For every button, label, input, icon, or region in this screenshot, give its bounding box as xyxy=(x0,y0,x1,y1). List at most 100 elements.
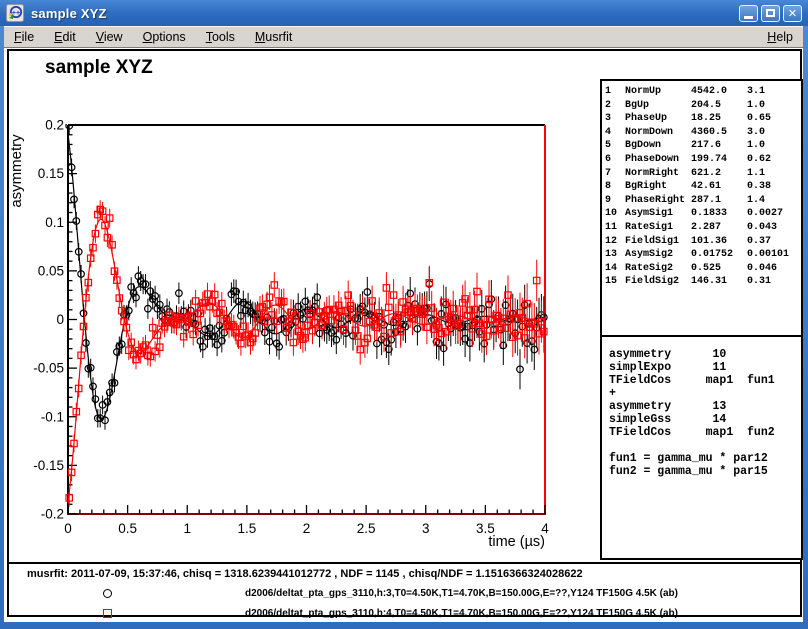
x-axis-title: time (µs) xyxy=(488,534,545,550)
x-tick-label: 3.5 xyxy=(476,521,495,536)
fit-info-line: musrfit: 2011-07-09, 15:37:46, chisq = 1… xyxy=(27,568,583,581)
square-marker xyxy=(123,324,129,330)
menu-tools[interactable]: Tools xyxy=(196,28,245,46)
param-cell: 0.046 xyxy=(747,262,801,276)
param-cell: BgRight xyxy=(625,180,691,194)
plot-area[interactable]: sample XYZasymmetrytime (µs)00.511.522.5… xyxy=(7,49,600,564)
circle-marker xyxy=(71,196,78,203)
param-cell: NormDown xyxy=(625,126,691,140)
menu-options[interactable]: Options xyxy=(133,28,196,46)
param-cell: 13 xyxy=(605,248,625,262)
circle-marker xyxy=(83,340,90,347)
param-row: 4NormDown4360.53.0 xyxy=(605,126,801,140)
square-marker xyxy=(76,385,82,391)
param-row: 5BgDown217.61.0 xyxy=(605,139,801,153)
param-cell: 621.2 xyxy=(691,167,747,181)
square-marker xyxy=(502,325,508,331)
circle-marker xyxy=(102,417,109,424)
param-cell: 0.38 xyxy=(747,180,801,194)
param-cell: 3 xyxy=(605,112,625,126)
svg-text:++: ++ xyxy=(12,10,20,17)
param-cell: 0.00101 xyxy=(747,248,801,262)
square-marker xyxy=(109,242,115,248)
circle-marker xyxy=(364,289,371,296)
theory-text: asymmetry 10 simplExpo 11 TFieldCos map1… xyxy=(602,337,801,478)
square-marker xyxy=(104,235,110,241)
circle-marker xyxy=(73,218,80,225)
circle-marker xyxy=(276,343,283,350)
window-controls: ✕ xyxy=(739,5,808,22)
square-marker xyxy=(188,313,194,319)
menu-musrfit[interactable]: Musrfit xyxy=(245,28,303,46)
title-bar[interactable]: ++ sample XYZ ✕ xyxy=(0,0,808,26)
square-marker xyxy=(90,245,96,251)
square-marker xyxy=(190,331,196,337)
square-marker xyxy=(212,291,218,297)
square-marker xyxy=(92,231,98,237)
param-cell: 3.1 xyxy=(747,85,801,99)
data-series-2 xyxy=(66,200,547,506)
menu-edit[interactable]: Edit xyxy=(44,28,86,46)
param-cell: 4360.5 xyxy=(691,126,747,140)
circle-marker xyxy=(133,294,140,301)
square-marker xyxy=(359,307,365,313)
legend-label-2: d2006/deltat_pta_gps_3110,h:4,T0=4.50K,T… xyxy=(245,608,678,620)
param-cell: 15 xyxy=(605,275,625,289)
circle-marker xyxy=(92,396,99,403)
circle-marker xyxy=(87,365,94,372)
legend-circle-marker xyxy=(103,589,112,598)
square-marker xyxy=(271,282,277,288)
circle-marker xyxy=(152,293,159,300)
square-marker xyxy=(71,440,77,446)
param-cell: 0.01752 xyxy=(691,248,747,262)
circle-marker xyxy=(118,341,125,348)
param-cell: 0.043 xyxy=(747,221,801,235)
menu-bar: FileEditViewOptionsToolsMusrfit Help xyxy=(4,26,803,48)
menu-view[interactable]: View xyxy=(86,28,133,46)
maximize-button[interactable] xyxy=(761,5,780,22)
param-cell: 0.37 xyxy=(747,235,801,249)
param-cell: 9 xyxy=(605,194,625,208)
param-cell: 2.287 xyxy=(691,221,747,235)
param-cell: 0.1833 xyxy=(691,207,747,221)
param-row: 10AsymSig10.18330.0027 xyxy=(605,207,801,221)
square-marker xyxy=(424,324,430,330)
square-marker xyxy=(307,310,313,316)
square-marker xyxy=(68,469,74,475)
square-marker xyxy=(83,295,89,301)
legend-square-marker xyxy=(103,609,112,618)
param-cell: 0.525 xyxy=(691,262,747,276)
square-marker xyxy=(66,495,72,501)
param-cell: PhaseDown xyxy=(625,153,691,167)
square-marker xyxy=(114,277,120,283)
circle-marker xyxy=(111,380,118,387)
menu-file[interactable]: File xyxy=(4,28,44,46)
param-cell: 6 xyxy=(605,153,625,167)
square-marker xyxy=(534,277,540,283)
close-button[interactable]: ✕ xyxy=(783,5,802,22)
param-cell: RateSig2 xyxy=(625,262,691,276)
square-marker xyxy=(383,285,389,291)
square-marker xyxy=(219,300,225,306)
param-cell: 11 xyxy=(605,221,625,235)
menu-help[interactable]: Help xyxy=(757,28,803,46)
param-cell: FieldSig1 xyxy=(625,235,691,249)
minimize-button[interactable] xyxy=(739,5,758,22)
circle-marker xyxy=(176,290,183,297)
param-row: 15FieldSig2146.310.31 xyxy=(605,275,801,289)
circle-marker xyxy=(126,307,133,314)
square-marker xyxy=(290,339,296,345)
square-marker xyxy=(429,305,435,311)
square-marker xyxy=(262,318,268,324)
square-marker xyxy=(474,288,480,294)
param-cell: PhaseUp xyxy=(625,112,691,126)
square-marker xyxy=(522,335,528,341)
square-marker xyxy=(357,346,363,352)
param-cell: BgUp xyxy=(625,99,691,113)
theory-box: asymmetry 10 simplExpo 11 TFieldCos map1… xyxy=(600,335,803,560)
root-canvas: sample XYZasymmetrytime (µs)00.511.522.5… xyxy=(4,48,803,622)
square-marker xyxy=(457,321,463,327)
x-tick-label: 2 xyxy=(303,521,311,536)
square-marker xyxy=(426,280,432,286)
param-cell: 199.74 xyxy=(691,153,747,167)
